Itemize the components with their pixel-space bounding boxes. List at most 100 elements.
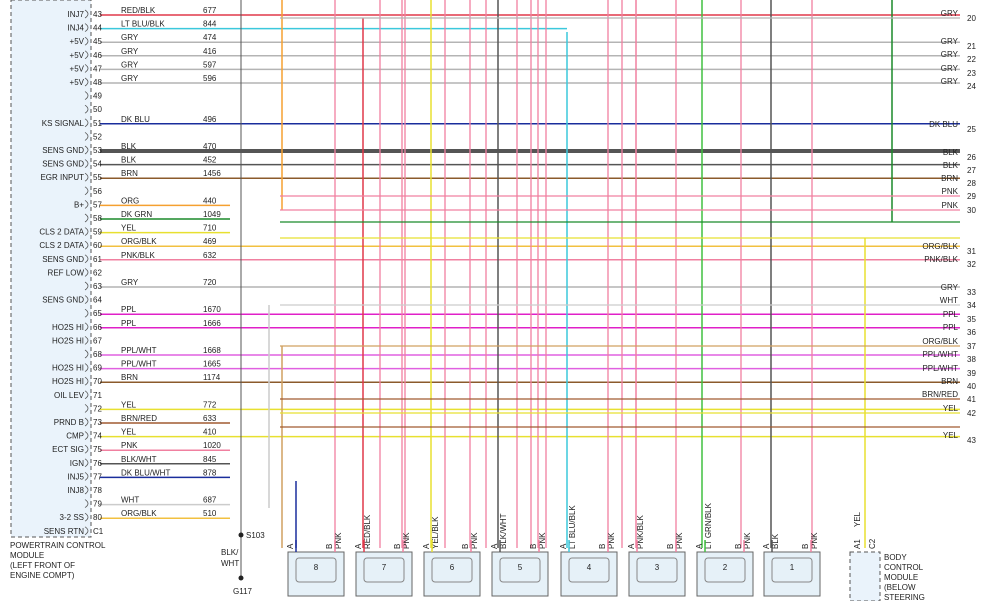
pcm-title-line: (LEFT FRONT OF [10,561,75,570]
right-wire-label: YEL [943,404,959,413]
wire-color-code: PPL [121,305,137,314]
pin-label: IGN [70,459,84,468]
bcm-title-line: (BELOW [884,583,916,592]
pin-label: HO2S HI [52,323,84,332]
injector-pin-a: A [695,543,704,549]
circuit-number: 416 [203,47,217,56]
wire-color-code: WHT [121,496,139,505]
right-terminal-number: 30 [967,206,976,215]
injector-number: 5 [518,563,523,572]
injector-number: 1 [790,563,795,572]
bcm-pin-a1: A1 [853,539,862,549]
wire-color-code: DK BLU/WHT [121,468,170,477]
wire-layer [100,0,960,548]
pin-number: 53 [93,146,102,155]
circuit-number: 844 [203,20,217,29]
pin-label: SENS GND [42,296,84,305]
injector-pin-a: A [627,543,636,549]
wire-color-code: ORG [121,196,139,205]
pin-number: 78 [93,486,102,495]
wire-color-code: GRY [121,60,139,69]
pin-label: KS SIGNAL [42,119,85,128]
right-terminal-number: 31 [967,247,976,256]
circuit-number: 474 [203,33,217,42]
injector-number: 4 [587,563,592,572]
right-wire-label: GRY [941,50,959,59]
pin-number: 43 [93,10,102,19]
right-terminals: GRY 20 GRY 21 GRY 22 GRY 23 GRY 24 DK BLU 25 BLK 26 BL… [922,9,976,445]
right-wire-label: DK BLU [929,120,958,129]
pin-number: 69 [93,364,102,373]
wire-color-code: ORG/BLK [121,237,157,246]
bcm-title-line: MODULE [884,573,918,582]
pin-label: ECT SIG [52,445,84,454]
wire-color-code: BLK/WHT [121,455,157,464]
circuit-number: 496 [203,115,217,124]
wire-color-code: BLK [121,142,137,151]
circuit-number: 470 [203,142,217,151]
pin-number: 57 [93,200,102,209]
pin-number: 72 [93,404,102,413]
injector-pin-b: B [393,544,402,549]
injector-pin-b: B [666,544,675,549]
pin-number: C1 [93,527,104,536]
pin-label: OIL LEV [54,391,85,400]
circuit-number: 878 [203,468,217,477]
right-terminal-number: 23 [967,69,976,78]
right-terminal-number: 42 [967,409,976,418]
right-wire-label: BRN [941,174,958,183]
injector-pin-a: A [490,543,499,549]
pin-number: 76 [93,459,102,468]
right-terminal-number: 40 [967,382,976,391]
pin-label: INJ7 [68,10,85,19]
pin-number: 80 [93,513,102,522]
injector-number: 7 [382,563,387,572]
injector-6: 6A BYEL/BLK PNK [422,516,481,597]
pin-number: 51 [93,119,102,128]
bcm-title-line: CONTROL [884,563,924,572]
wire-color-code: BLK [121,156,137,165]
pin-label: 3-2 SS [60,513,84,522]
circuit-number: 596 [203,74,217,83]
right-terminal-number: 22 [967,55,976,64]
circuit-number: 469 [203,237,217,246]
pin-number: 62 [93,268,102,277]
injector-pin-a: A [559,543,568,549]
pin-number: 59 [93,228,102,237]
wire-color-code: GRY [121,33,139,42]
right-wire-label: GRY [941,9,959,18]
splice-wire-code: WHT [221,559,239,568]
wire-color-code: ORG/BLK [121,509,157,518]
pin-number: 64 [93,296,102,305]
splice-label: S103 [246,531,265,540]
right-terminal-number: 43 [967,436,976,445]
circuit-number: 1666 [203,319,221,328]
bcm-title-line: BODY [884,553,907,562]
pcm-title-line: POWERTRAIN CONTROL [10,541,106,550]
wire-color-code: PPL/WHT [121,346,157,355]
right-wire-label: BRN [941,377,958,386]
circuit-number: 632 [203,251,217,260]
pin-number: 60 [93,241,102,250]
circuit-number: 1665 [203,360,221,369]
injector-1: 1A BBLK PNK [762,532,821,597]
right-terminal-number: 28 [967,179,976,188]
pin-label: SENS GND [42,146,84,155]
circuit-number: 772 [203,400,217,409]
right-terminal-number: 33 [967,288,976,297]
circuit-number: 452 [203,156,217,165]
right-terminal-number: 35 [967,315,976,324]
circuit-number: 1668 [203,346,221,355]
right-terminal-number: 39 [967,369,976,378]
pin-number: 63 [93,282,102,291]
wire-color-code: BRN [121,373,138,382]
injectors: 8A B PNK7A BRED/BLK PNK6A BYEL/BLK PNK5A BBLK/W… [286,502,821,597]
injector-7: 7A BRED/BLK PNK [354,514,413,597]
circuit-number: 677 [203,6,217,15]
right-terminal-number: 26 [967,153,976,162]
right-terminal-number: 32 [967,260,976,269]
right-terminal-number: 24 [967,82,976,91]
right-wire-label: PNK [942,201,959,210]
wire-color-code: LT BLU/BLK [121,20,165,29]
injector-pin-b: B [325,544,334,549]
